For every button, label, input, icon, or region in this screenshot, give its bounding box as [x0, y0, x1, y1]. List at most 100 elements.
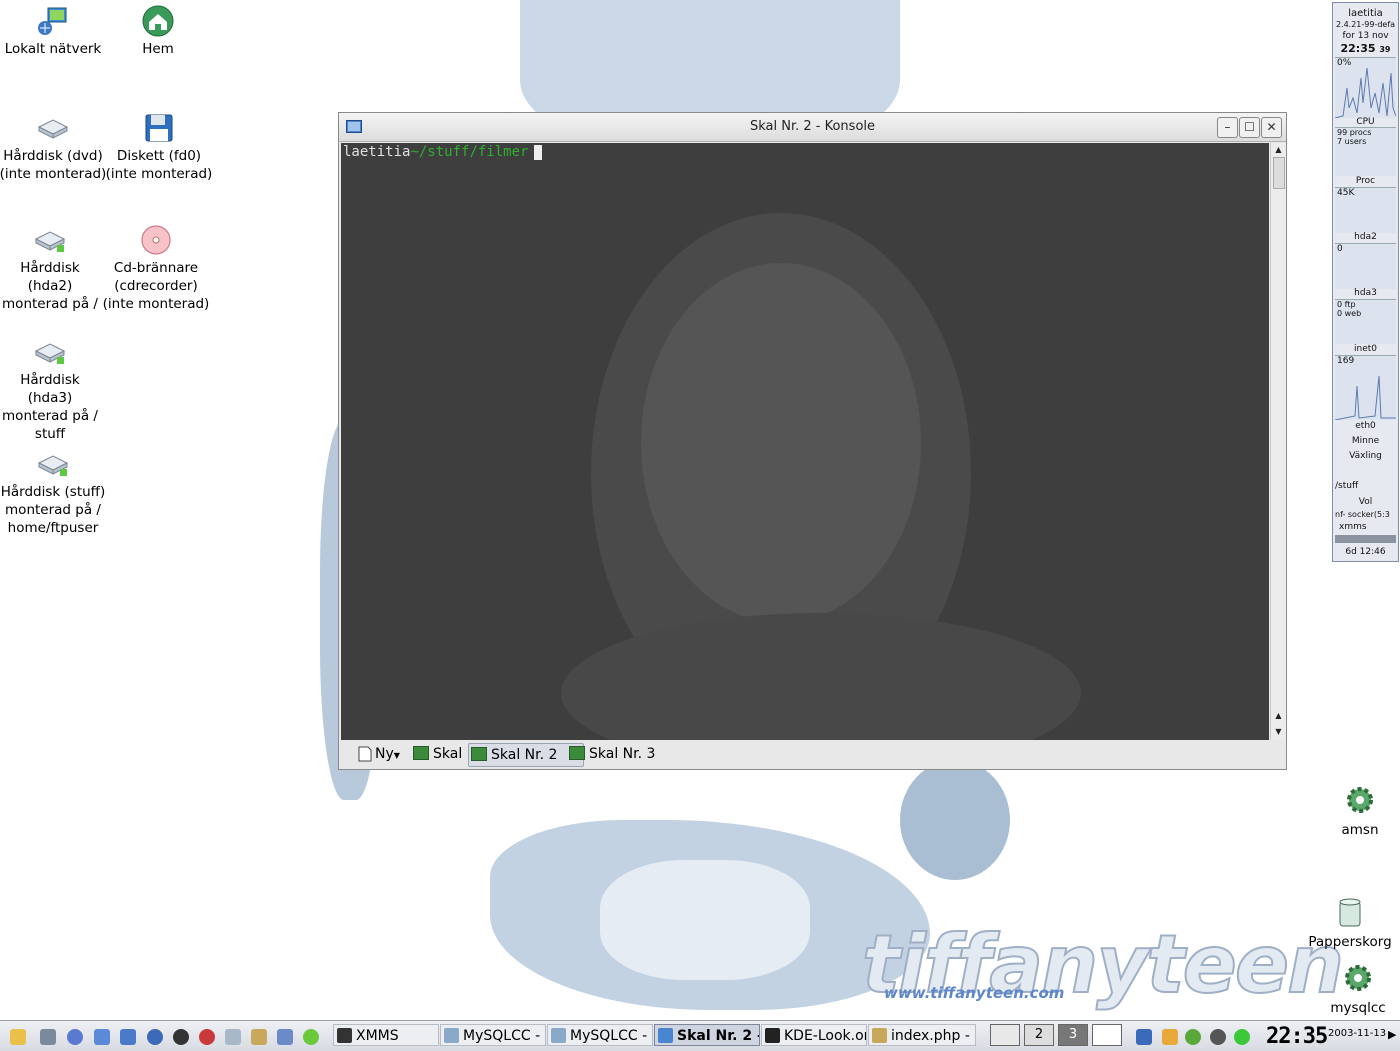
- task-xmms[interactable]: XMMS: [333, 1024, 439, 1046]
- scroll-down-button[interactable]: ▼: [1271, 725, 1286, 739]
- hda2-graph: 45K: [1335, 187, 1396, 233]
- socket-label: nf- socker(5:3: [1335, 510, 1390, 519]
- new-shell-icon: [358, 746, 372, 762]
- tab-label: Skal Nr. 3: [589, 746, 656, 762]
- desktop-icon-hda3[interactable]: Hårddisk (hda3) monterad på / stuff: [0, 335, 105, 443]
- tab-skal-nr3[interactable]: Skal Nr. 3: [567, 743, 681, 765]
- proc-graph: 99 procs 7 users: [1335, 127, 1396, 176]
- terminal-area[interactable]: laetitia~/stuff/filmer: [341, 143, 1269, 740]
- desktop-icon[interactable]: [94, 1029, 110, 1045]
- se-icon[interactable]: [1136, 1029, 1152, 1045]
- desktop-icon-network[interactable]: Lokalt nätverk: [0, 4, 108, 58]
- konsole-tabbar: Ny▼ Skal Skal Nr. 2 Skal Nr. 3: [339, 741, 1286, 769]
- desktop-icon-mysqlcc[interactable]: mysqlcc: [1313, 962, 1400, 1017]
- scroll-thumb[interactable]: [1273, 157, 1285, 189]
- scroll-up-button[interactable]: ▲: [1271, 143, 1286, 157]
- terminal-icon: [471, 747, 487, 761]
- pager-desktop-4[interactable]: [1092, 1024, 1122, 1046]
- volume-label: Vol: [1358, 497, 1373, 507]
- uptime-label: 6d 12:46: [1345, 547, 1386, 557]
- terminal-icon: [569, 746, 585, 760]
- inet-graph: 0 ftp 0 web: [1335, 299, 1396, 344]
- pager-desktop-2[interactable]: 2: [1024, 1024, 1054, 1046]
- task-label: Skal Nr. 2 -: [677, 1028, 760, 1044]
- browser-icon[interactable]: [67, 1029, 83, 1045]
- desktop-icon-floppy[interactable]: Diskett (fd0) (inte monterad): [104, 111, 214, 183]
- close-button[interactable]: ✕: [1261, 117, 1282, 138]
- desktop-icon-cdrecorder[interactable]: Cd-brännare (cdrecorder) (inte monterad): [101, 223, 211, 313]
- task-kde-look[interactable]: KDE-Look.or: [761, 1024, 867, 1046]
- app-icon-gray[interactable]: [225, 1029, 241, 1045]
- sm-host: laetitia: [1348, 8, 1383, 19]
- network-icon: [38, 7, 67, 35]
- system-monitor[interactable]: laetitia 2.4.21-99-defa for 13 nov 22:35…: [1332, 2, 1399, 562]
- task-mysqlcc-1[interactable]: MySQLCC -: [440, 1024, 546, 1046]
- desktop-icon-label: Cd-brännare (cdrecorder) (inte monterad): [102, 260, 210, 312]
- task-mysqlcc-2[interactable]: MySQLCC -: [547, 1024, 653, 1046]
- floppy-icon: [145, 114, 173, 142]
- home-icon: [142, 5, 174, 37]
- app-icon-red[interactable]: [199, 1029, 215, 1045]
- download-icon[interactable]: [1210, 1029, 1226, 1045]
- kde-menu-icon[interactable]: [10, 1029, 26, 1045]
- maximize-button[interactable]: ☐: [1239, 117, 1260, 138]
- konsole-titlebar[interactable]: Skal Nr. 2 - Konsole – ☐ ✕: [339, 113, 1286, 142]
- xmms-label: xmms: [1339, 522, 1367, 532]
- task-konsole[interactable]: Skal Nr. 2 -: [654, 1024, 760, 1046]
- panel-arrow-icon[interactable]: ▶: [1388, 1028, 1396, 1041]
- trash-icon: [1339, 898, 1361, 927]
- desktop-icon-label: Hårddisk (hda3) monterad på / stuff: [2, 372, 98, 442]
- taskbar-date: 2003-11-13: [1328, 1028, 1387, 1039]
- xmms-icon: [337, 1028, 352, 1043]
- sm-uptime-line: for 13 nov: [1342, 31, 1389, 41]
- sm-clock: 22:35 39: [1340, 42, 1391, 55]
- tools-icon[interactable]: [40, 1029, 56, 1045]
- mysqlcc-icon: [551, 1028, 566, 1043]
- desktop-icon-hda2[interactable]: Hårddisk (hda2) monterad på /: [0, 223, 105, 313]
- proc-label: Proc: [1355, 176, 1376, 186]
- desktop-icon-label: Papperskorg: [1308, 934, 1392, 950]
- new-session-button[interactable]: Ny▼: [353, 743, 415, 765]
- eth-label: eth0: [1355, 421, 1376, 431]
- terminal-icon[interactable]: [120, 1029, 136, 1045]
- taskbar: XMMS MySQLCC - MySQLCC - Skal Nr. 2 - KD…: [0, 1020, 1400, 1051]
- k-icon[interactable]: [1162, 1029, 1178, 1045]
- sm-kernel: 2.4.21-99-defa: [1335, 20, 1396, 29]
- gear-icon: [1345, 965, 1371, 991]
- text-cursor: [534, 144, 543, 160]
- editor-icon[interactable]: [251, 1029, 267, 1045]
- eth-graph: 169: [1335, 355, 1396, 420]
- desktop-icon-label: Lokalt nätverk: [4, 41, 102, 57]
- hard-disk-icon: [34, 231, 66, 252]
- swap-label: Växling: [1349, 451, 1382, 461]
- terminal-scrollbar[interactable]: ▲ ▲ ▼: [1270, 143, 1286, 740]
- wallpaper-url: www.tiffanyteen.com: [884, 984, 1065, 1002]
- task-label: MySQLCC -: [463, 1028, 541, 1044]
- scroll-up-button-bottom[interactable]: ▲: [1271, 709, 1286, 723]
- task-label: XMMS: [356, 1028, 399, 1044]
- desktop-icon-hdd-stuff[interactable]: Hårddisk (stuff) monterad på / home/ftpu…: [0, 447, 108, 537]
- cpu-label: CPU: [1356, 117, 1375, 127]
- desktop-icon-trash[interactable]: Papperskorg: [1305, 896, 1395, 951]
- desktop-icon-label: amsn: [1341, 822, 1379, 838]
- pager-desktop-1[interactable]: [990, 1024, 1020, 1046]
- globe-icon[interactable]: [147, 1029, 163, 1045]
- desktop-icon-amsn[interactable]: amsn: [1315, 784, 1400, 839]
- pager-desktop-3[interactable]: 3: [1058, 1024, 1088, 1046]
- media-icon[interactable]: [173, 1029, 189, 1045]
- desktop-icon-label: Diskett (fd0) (inte monterad): [105, 148, 213, 182]
- status-icon[interactable]: [1185, 1029, 1201, 1045]
- minimize-button[interactable]: –: [1217, 117, 1238, 138]
- konsole-window[interactable]: Skal Nr. 2 - Konsole – ☐ ✕ laetitia~/stu…: [338, 112, 1287, 770]
- gear-icon: [1347, 787, 1373, 813]
- settings-icon[interactable]: [277, 1029, 293, 1045]
- taskbar-clock[interactable]: 22:35: [1266, 1024, 1328, 1049]
- task-index-php[interactable]: index.php - K: [868, 1024, 976, 1046]
- tab-label: Skal: [433, 746, 463, 762]
- desktop-icon-hdd-dvd[interactable]: Hårddisk (dvd) (inte monterad): [0, 111, 108, 183]
- terminal-icon: [658, 1028, 673, 1043]
- desktop-icon-home[interactable]: Hem: [103, 4, 213, 58]
- network-icon[interactable]: [303, 1029, 319, 1045]
- xmms-controls[interactable]: [1335, 535, 1396, 543]
- icq-icon[interactable]: [1234, 1029, 1250, 1045]
